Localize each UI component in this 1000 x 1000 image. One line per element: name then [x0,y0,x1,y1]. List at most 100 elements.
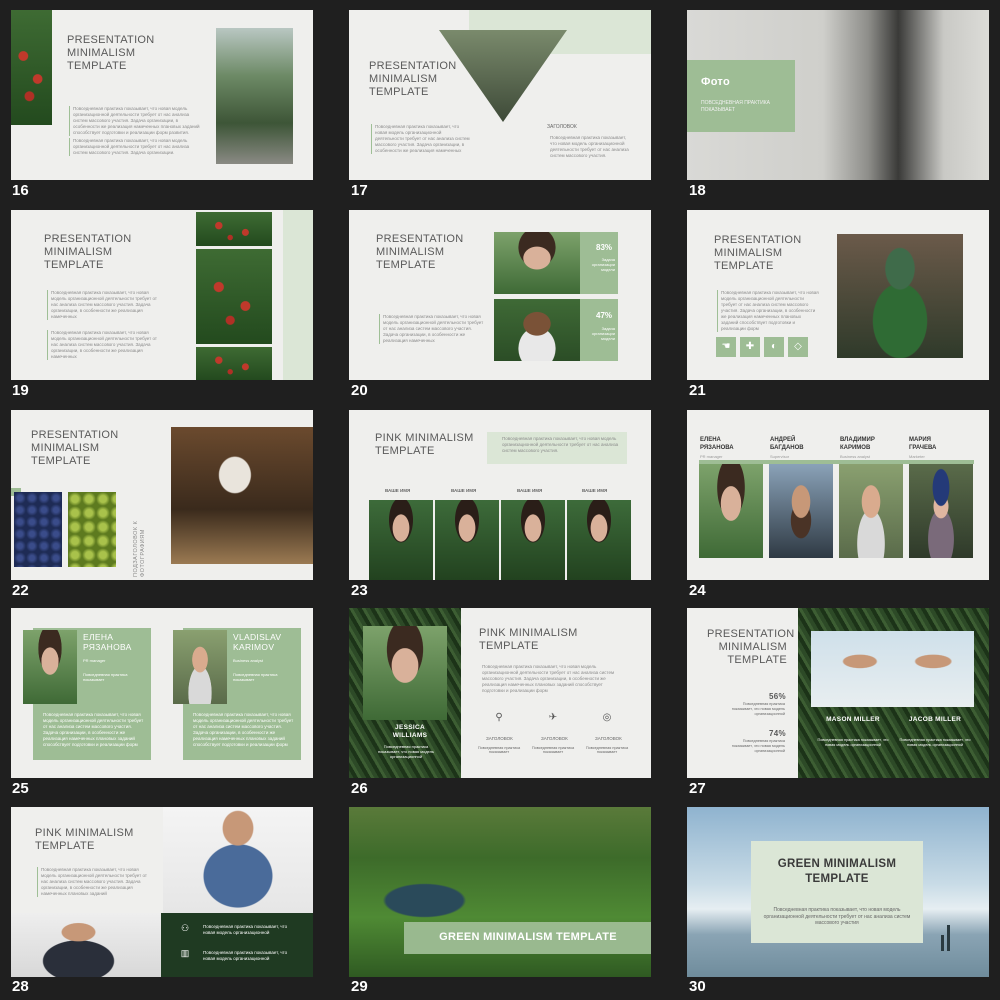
flowers-photo [11,10,52,125]
person-photo [173,630,227,704]
profile-text: Повседневная практика показывает, что но… [43,712,144,747]
flowers-photo [196,347,272,380]
slide-number: 16 [12,182,29,199]
road-photo [216,28,293,164]
person-photo [435,500,499,580]
person-role: Business analyst [233,658,264,663]
slide-text: Повседневная практика показывает, что но… [379,314,487,344]
slide-26[interactable]: JESSICA WILLIAMS Повседневная практика п… [349,608,651,778]
slide-19[interactable]: PRESENTATION MINIMALISM TEMPLATE Повседн… [11,210,313,380]
slide-text: Повседневная практика показывает, что но… [502,436,619,453]
person-short: Повседневная практика показывает [83,672,128,682]
flowers-photo [196,212,272,246]
info-text: Повседневная практика показывает, что но… [203,950,288,961]
slide-number: 22 [12,582,29,599]
people-icon: ⚇ [180,923,190,933]
slide-number: 17 [351,182,368,199]
slide-text: Повседневная практика показывает, что но… [482,664,615,693]
pier-post [941,935,944,951]
stat-value: 83% [596,243,613,252]
slide-number: 18 [689,182,706,199]
profile-text: Повседневная практика показывает, что но… [193,712,294,747]
slide-title: PRESENTATION MINIMALISM TEMPLATE [714,234,802,272]
person-photo [699,464,763,558]
slide-number: 24 [689,582,706,599]
slide-18[interactable]: Фото ПОВСЕДНЕВНАЯ ПРАКТИКА ПОКАЗЫВАЕТ [687,10,989,180]
slide-number: 23 [351,582,368,599]
slide-30[interactable]: GREEN MINIMALISM TEMPLATE Повседневная п… [687,807,989,977]
person-text: Повседневная практика показывает, что но… [899,738,971,747]
icon-text: Повседневная практика показывает [585,746,629,754]
person-text: Повседневная практика показывает, что но… [817,738,889,747]
person-role: PR manager [83,658,106,663]
stat-value: 47% [596,311,613,320]
person-name: ЕЛЕНА РЯЗАНОВА [83,632,132,652]
person-photo [23,630,77,704]
name-label: ВАШЕ ИМЯ [385,488,411,493]
person-role: Business analyst [840,454,871,459]
slide-16[interactable]: PRESENTATION MINIMALISM TEMPLATE Повседн… [11,10,313,180]
slide-title: PRESENTATION MINIMALISM TEMPLATE [44,233,132,271]
woman-photo [494,232,580,294]
slide-text: Повседневная практика показывает, что но… [371,124,471,154]
accent-bar [283,210,313,380]
slide-number: 20 [351,382,368,399]
slide-22[interactable]: PRESENTATION MINIMALISM TEMPLATE ПОДЗАГО… [11,410,313,580]
icon-label: ЗАГОЛОВОК [541,736,568,741]
hand-icon: ☚ [721,341,731,352]
stat-text: Повседневная практика показывает, что но… [731,739,785,753]
flowers-photo [196,249,272,344]
stat-text: Повседневная практика показывает, что но… [731,702,785,716]
slide-21[interactable]: PRESENTATION MINIMALISM TEMPLATE Повседн… [687,210,989,380]
name-label: ВАШЕ ИМЯ [451,488,477,493]
info-text: Повседневная практика показывает, что но… [203,924,288,935]
slide-17[interactable]: PRESENTATION MINIMALISM TEMPLATE Повседн… [349,10,651,180]
slide-text: Повседневная практика показывает, что но… [69,106,205,136]
slide-27[interactable]: PRESENTATION MINIMALISM TEMPLATE 56% Пов… [687,608,989,778]
diamond-icon: ◇ [794,341,802,352]
person-photo [769,464,833,558]
person-name: MASON MILLER [826,716,880,723]
puzzle-icon: ✚ [745,341,755,352]
slide-25[interactable]: ЕЛЕНА РЯЗАНОВА PR manager Повседневная п… [11,608,313,778]
couple-photo [811,631,974,707]
slide-23[interactable]: PINK MINIMALISM TEMPLATE Повседневная пр… [349,410,651,580]
slide-text: Повседневная практика показывает, что но… [47,290,159,320]
person-photo [567,500,631,580]
hat-man-photo [837,234,963,358]
person-role: Marketer [909,454,925,459]
slide-20[interactable]: PRESENTATION MINIMALISM TEMPLATE Повседн… [349,210,651,380]
person-name: МАРИЯ ГРАЧЕВА [909,437,937,451]
pier-post [947,925,950,951]
location-icon: ⚲ [495,712,503,723]
slide-number: 29 [351,978,368,995]
slide-28[interactable]: PINK MINIMALISM TEMPLATE Повседневная пр… [11,807,313,977]
icon-label: ЗАГОЛОВОК [595,736,622,741]
slide-title: PRESENTATION MINIMALISM TEMPLATE [67,34,155,72]
slide-29[interactable]: GREEN MINIMALISM TEMPLATE [349,807,651,977]
slide-number: 26 [351,780,368,797]
person-text: Повседневная практика показывает, что но… [377,744,435,759]
slide-title: PRESENTATION MINIMALISM TEMPLATE [376,233,464,271]
person-role: PR manager [700,454,723,459]
person-name: JESSICA WILLIAMS [392,724,428,739]
market-photo [171,427,313,564]
slide-title: GREEN MINIMALISM TEMPLATE [439,931,617,943]
slide-number: 28 [12,978,29,995]
name-label: ВАШЕ ИМЯ [582,488,608,493]
vertical-subtitle: ПОДЗАГОЛОВОК К ФОТОГРАФИЯМ [133,520,146,577]
slide-title: GREEN MINIMALISM TEMPLATE [777,858,897,885]
slide-text: Повседневная практика показывает, что но… [717,290,819,332]
person-role: Supervisor [770,454,790,459]
stat-text: Задача организации модели [591,326,615,341]
person-name: ВЛАДИМИР КАРИМОВ [840,437,875,451]
person-photo [909,464,973,558]
slide-title: PINK MINIMALISM TEMPLATE [375,432,474,457]
icon-label: ЗАГОЛОВОК [486,736,513,741]
slide-title: PRESENTATION MINIMALISM TEMPLATE [369,60,457,98]
woman-photo [363,626,447,720]
person-photo [839,464,903,558]
chart-icon: ▥ [180,948,190,958]
watch-icon: ◎ [602,712,612,723]
slide-24[interactable]: ЕЛЕНА РЯЗАНОВА PR manager АНДРЕЙ БАГДАНО… [687,410,989,580]
